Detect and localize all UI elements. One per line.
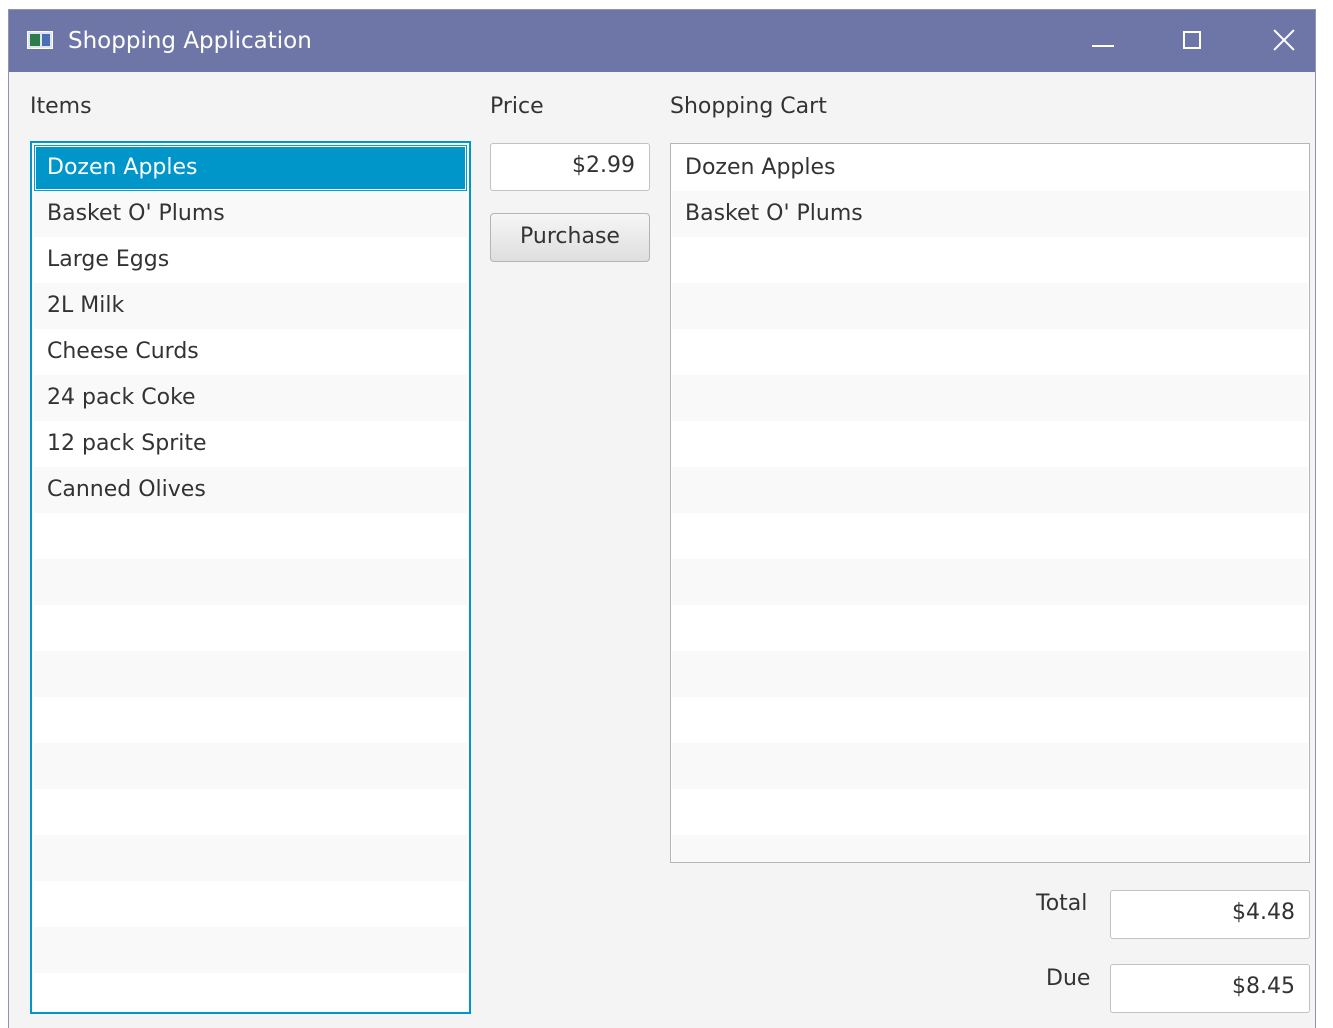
purchase-button[interactable]: Purchase <box>490 213 650 262</box>
empty-row <box>672 329 1308 375</box>
close-button[interactable] <box>1260 10 1306 72</box>
maximize-button[interactable] <box>1169 10 1215 72</box>
empty-row <box>672 283 1308 329</box>
empty-row <box>672 697 1308 743</box>
empty-row <box>672 513 1308 559</box>
maximize-icon <box>1183 31 1201 49</box>
empty-row <box>672 375 1308 421</box>
empty-row <box>672 467 1308 513</box>
empty-row <box>34 743 467 789</box>
empty-row <box>34 881 467 927</box>
empty-row <box>34 835 467 881</box>
close-icon <box>1272 28 1296 52</box>
minimize-button[interactable] <box>1079 10 1125 72</box>
empty-row <box>672 835 1308 862</box>
item-row[interactable]: Basket O' Plums <box>34 191 467 237</box>
price-label: Price <box>490 94 544 119</box>
empty-row <box>34 697 467 743</box>
items-list[interactable]: Dozen Apples Basket O' Plums Large Eggs 2L … <box>30 141 471 1014</box>
empty-row <box>34 513 467 559</box>
empty-row <box>34 559 467 605</box>
empty-row <box>672 559 1308 605</box>
empty-row <box>672 651 1308 697</box>
empty-row <box>672 421 1308 467</box>
minimize-icon <box>1092 45 1114 47</box>
total-field[interactable]: $4.48 <box>1110 890 1310 939</box>
window-title: Shopping Application <box>68 28 312 54</box>
item-row[interactable]: 2L Milk <box>34 283 467 329</box>
empty-row <box>34 927 467 973</box>
item-row[interactable]: Large Eggs <box>34 237 467 283</box>
item-row[interactable]: Cheese Curds <box>34 329 467 375</box>
empty-row <box>34 651 467 697</box>
empty-row <box>672 789 1308 835</box>
shopping-window: Shopping Application Items Price Shoppin… <box>9 10 1315 1028</box>
due-field[interactable]: $8.45 <box>1110 964 1310 1013</box>
item-row[interactable]: Canned Olives <box>34 467 467 513</box>
item-row[interactable]: Dozen Apples <box>34 145 467 191</box>
items-label: Items <box>30 94 92 119</box>
item-row[interactable]: 12 pack Sprite <box>34 421 467 467</box>
shopping-cart-label: Shopping Cart <box>670 94 827 119</box>
cart-row[interactable]: Dozen Apples <box>672 145 1308 191</box>
empty-row <box>672 237 1308 283</box>
app-icon <box>27 31 53 49</box>
item-row[interactable]: 24 pack Coke <box>34 375 467 421</box>
empty-row <box>672 743 1308 789</box>
empty-row <box>34 605 467 651</box>
total-label: Total <box>1036 891 1088 916</box>
empty-row <box>34 789 467 835</box>
due-label: Due <box>1046 966 1091 991</box>
shopping-cart-list[interactable]: Dozen Apples Basket O' Plums <box>670 143 1310 863</box>
price-field[interactable]: $2.99 <box>490 143 650 191</box>
cart-row[interactable]: Basket O' Plums <box>672 191 1308 237</box>
empty-row <box>34 973 467 1012</box>
title-bar[interactable]: Shopping Application <box>9 10 1315 72</box>
empty-row <box>672 605 1308 651</box>
